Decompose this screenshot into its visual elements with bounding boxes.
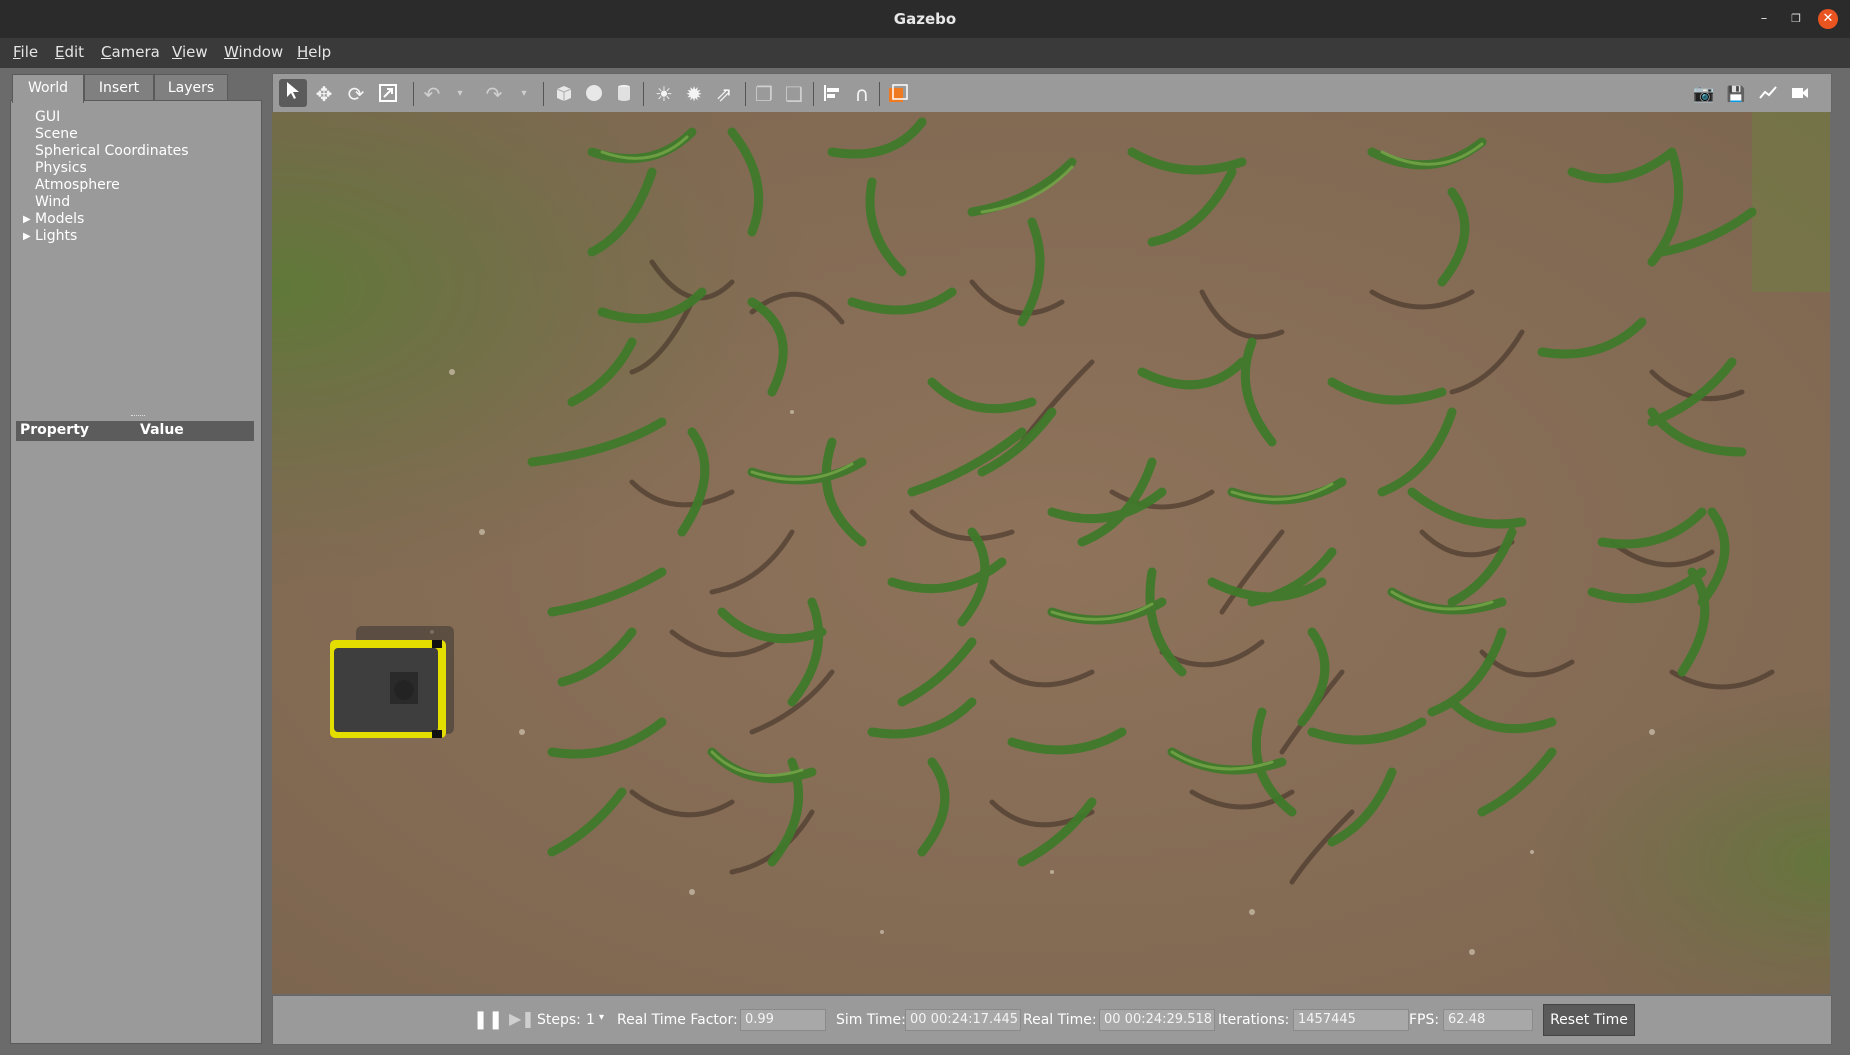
- tree-item-gui[interactable]: GUI: [35, 109, 189, 126]
- fps-value: 62.48: [1443, 1009, 1533, 1031]
- tree-item-label: Scene: [35, 126, 78, 142]
- steps-value[interactable]: 1: [586, 1012, 595, 1028]
- real-time-factor-label: Real Time Factor:: [617, 1012, 738, 1028]
- record-video-icon[interactable]: [1789, 83, 1811, 105]
- sim-time-label: Sim Time:: [836, 1012, 906, 1028]
- menu-help[interactable]: Help: [297, 43, 331, 61]
- select-mode-icon[interactable]: [279, 79, 307, 107]
- tree-item-label: Wind: [35, 194, 71, 210]
- scene-viewport[interactable]: [272, 112, 1830, 994]
- toolbar-separator: [813, 82, 814, 106]
- steps-spinner-icon[interactable]: ▾: [599, 1012, 604, 1023]
- real-time-label: Real Time:: [1023, 1012, 1097, 1028]
- directional-light-icon[interactable]: ⇗: [713, 83, 735, 105]
- value-column-header: Value: [140, 422, 184, 438]
- undo-history-icon[interactable]: ▾: [449, 83, 471, 105]
- tree-item-label: GUI: [35, 109, 61, 125]
- tree-item-label: Physics: [35, 160, 87, 176]
- expand-arrow-icon[interactable]: ▶: [23, 211, 31, 228]
- menu-file[interactable]: File: [13, 43, 38, 61]
- close-icon[interactable]: ✕: [1818, 9, 1838, 29]
- menu-edit[interactable]: Edit: [55, 43, 84, 61]
- translate-icon[interactable]: ✥: [313, 83, 335, 105]
- tree-item-label: Atmosphere: [35, 177, 120, 193]
- gazebo-window: Gazebo – ❐ ✕ File Edit Camera View Windo…: [0, 0, 1850, 1055]
- redo-icon[interactable]: ↷: [483, 83, 505, 105]
- panel-splitter-handle[interactable]: [131, 415, 145, 418]
- tree-item-label: Lights: [35, 228, 78, 244]
- iterations-value: 1457445: [1293, 1009, 1409, 1031]
- tree-item-models[interactable]: ▶ Models: [23, 211, 189, 228]
- box-shape-icon[interactable]: [553, 83, 575, 105]
- plot-icon[interactable]: [1757, 83, 1779, 105]
- tree-item-label: Models: [35, 211, 85, 227]
- undo-icon[interactable]: ↶: [421, 83, 443, 105]
- title-bar: Gazebo – ❐ ✕: [0, 0, 1850, 38]
- reset-time-button[interactable]: Reset Time: [1543, 1004, 1635, 1036]
- toolbar-separator: [543, 82, 544, 106]
- tree-item-scene[interactable]: Scene: [35, 126, 189, 143]
- sphere-shape-icon[interactable]: [583, 83, 605, 105]
- tree-item-physics[interactable]: Physics: [35, 160, 189, 177]
- tree-item-atmosphere[interactable]: Atmosphere: [35, 177, 189, 194]
- tab-layers[interactable]: Layers: [154, 74, 228, 102]
- menu-camera[interactable]: Camera: [101, 43, 160, 61]
- tree-item-wind[interactable]: Wind: [35, 194, 189, 211]
- tab-world[interactable]: World: [12, 74, 84, 103]
- screenshot-icon[interactable]: 📷: [1693, 83, 1715, 105]
- toolbar-separator: [643, 82, 644, 106]
- menu-view[interactable]: View: [172, 43, 208, 61]
- fps-label: FPS:: [1409, 1012, 1440, 1028]
- step-icon[interactable]: ▶❚: [509, 1009, 535, 1028]
- tab-insert[interactable]: Insert: [84, 74, 154, 102]
- rotate-icon[interactable]: ⟳: [345, 83, 367, 105]
- scale-icon[interactable]: [377, 83, 399, 105]
- world-tree: GUI Scene Spherical Coordinates Physics …: [23, 109, 189, 245]
- minimize-icon[interactable]: –: [1754, 9, 1774, 29]
- toolbar-separator: [745, 82, 746, 106]
- property-table-header: Property Value: [16, 421, 254, 441]
- window-title: Gazebo: [893, 10, 957, 28]
- cylinder-shape-icon[interactable]: [613, 83, 635, 105]
- redo-history-icon[interactable]: ▾: [513, 83, 535, 105]
- real-time-value: 00 00:24:29.518: [1099, 1009, 1215, 1031]
- pause-icon[interactable]: ❚❚: [473, 1009, 503, 1030]
- expand-arrow-icon[interactable]: ▶: [23, 228, 31, 245]
- point-light-icon[interactable]: ☀: [653, 83, 675, 105]
- toolbar-separator: [879, 82, 880, 106]
- world-panel: GUI Scene Spherical Coordinates Physics …: [10, 100, 262, 1044]
- scene-render: [272, 112, 1830, 994]
- spot-light-icon[interactable]: ✹: [683, 83, 705, 105]
- snap-icon[interactable]: ∩: [851, 83, 873, 105]
- property-column-header: Property: [20, 422, 90, 438]
- menu-window[interactable]: Window: [224, 43, 283, 61]
- align-icon[interactable]: [821, 83, 843, 105]
- menu-bar: File Edit Camera View Window Help: [0, 38, 1850, 68]
- toolbar-separator: [413, 82, 414, 106]
- paste-icon[interactable]: ❑: [783, 83, 805, 105]
- status-bar: ❚❚ ▶❚ Steps: 1 ▾ Real Time Factor: 0.99 …: [272, 995, 1832, 1045]
- steps-label: Steps:: [537, 1012, 581, 1028]
- maximize-icon[interactable]: ❐: [1786, 9, 1806, 29]
- tree-item-spherical-coordinates[interactable]: Spherical Coordinates: [35, 143, 189, 160]
- real-time-factor-value: 0.99: [740, 1009, 826, 1031]
- main-toolbar: ✥ ⟳ ↶ ▾ ↷ ▾ ☀ ✹ ⇗ ❐ ❑ ∩ 📷 💾: [272, 73, 1832, 113]
- robot-model[interactable]: [330, 626, 454, 738]
- change-view-icon[interactable]: [887, 83, 909, 105]
- log-icon[interactable]: 💾: [1725, 83, 1747, 105]
- iterations-label: Iterations:: [1218, 1012, 1290, 1028]
- tree-item-label: Spherical Coordinates: [35, 143, 189, 159]
- copy-icon[interactable]: ❐: [753, 83, 775, 105]
- tree-item-lights[interactable]: ▶ Lights: [23, 228, 189, 245]
- sim-time-value: 00 00:24:17.445: [905, 1009, 1021, 1031]
